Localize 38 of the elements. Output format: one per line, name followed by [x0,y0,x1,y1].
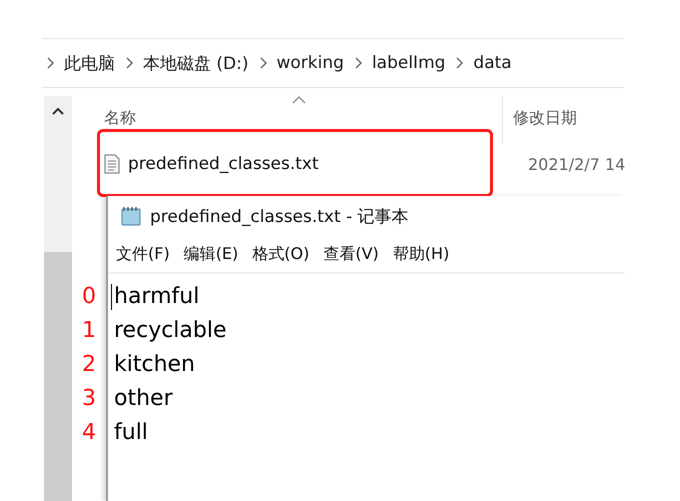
notepad-icon [120,205,142,227]
text-cursor [111,284,112,310]
chevron-icon [258,57,266,69]
menu-item[interactable]: 格式(O) [252,244,310,264]
column-header[interactable]: 名称 [104,96,502,144]
chevron-icon [455,57,464,69]
line-number-annotation: 3 [81,385,97,413]
breadcrumb-item[interactable]: working [276,53,344,73]
menu-item[interactable]: 帮助(H) [392,244,450,264]
scroll-up-icon[interactable] [51,106,65,116]
text-area[interactable]: harmful recyclable kitchen other full [108,274,624,450]
line-number-annotation: 0 [81,283,97,311]
text-line: other [114,385,173,413]
chevron-icon [354,57,362,69]
line-number-annotation: 4 [81,419,97,447]
text-file-icon [104,154,120,174]
chevron-icon [46,57,54,69]
text-line: recyclable [114,317,227,345]
file-name[interactable]: predefined_classes.txt [128,154,488,174]
modified-date: 2021/2/7 14 [528,154,626,174]
menu-item[interactable]: 文件(F) [116,244,170,264]
sort-caret-icon [292,96,306,104]
line-number-annotation: 2 [81,351,97,379]
menu-item[interactable]: 编辑(E) [184,244,238,264]
breadcrumb-item[interactable]: 此电脑 [64,52,115,74]
column-header[interactable]: 修改日期 [502,96,577,144]
scrollbar[interactable] [44,96,72,501]
line-number-annotation: 1 [81,317,97,345]
window-title: predefined_classes.txt - 记事本 [150,206,409,228]
text-line: kitchen [114,351,195,379]
scroll-thumb[interactable] [44,252,72,501]
chevron-icon [125,57,133,69]
text-line: full [114,419,148,447]
breadcrumb-item[interactable]: labelImg [372,53,446,73]
breadcrumb-item[interactable]: data [473,53,512,73]
menu-item[interactable]: 查看(V) [323,244,379,264]
text-line: harmful [114,283,200,311]
breadcrumb-item[interactable]: 本地磁盘 (D:) [143,52,248,74]
